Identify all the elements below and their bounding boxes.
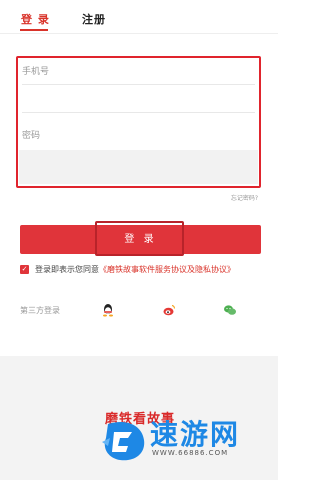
watermark-title: 速游网 xyxy=(150,418,241,451)
agreement-text: 登录即表示您同意《磨铁故事软件服务协议及隐私协议》 xyxy=(35,264,235,275)
third-party-label: 第三方登录 xyxy=(20,306,60,315)
field-divider xyxy=(22,84,255,85)
divider xyxy=(0,33,278,34)
forgot-password-link[interactable]: 忘记密码? xyxy=(231,193,258,202)
login-form: 手机号 密码 xyxy=(16,56,261,188)
login-button[interactable]: 登 录 xyxy=(20,221,261,256)
field-divider xyxy=(22,112,255,113)
agreement-link[interactable]: 《磨铁故事软件服务协议及隐私协议》 xyxy=(99,265,235,274)
login-button-label: 登 录 xyxy=(124,234,157,245)
watermark-logo-icon xyxy=(98,416,148,466)
active-tab-indicator xyxy=(20,29,48,31)
watermark-url: WWW.66886.COM xyxy=(152,449,229,457)
tab-login[interactable]: 登 录 xyxy=(21,11,50,27)
tab-bar: 登 录 注册 xyxy=(0,0,278,34)
agreement-row: ✓ 登录即表示您同意《磨铁故事软件服务协议及隐私协议》 xyxy=(20,264,270,278)
weibo-icon[interactable] xyxy=(162,302,176,316)
password-input[interactable]: 密码 xyxy=(22,128,40,141)
tab-register[interactable]: 注册 xyxy=(82,11,106,27)
password-field-area[interactable] xyxy=(19,150,258,184)
wechat-icon[interactable] xyxy=(223,302,237,316)
agreement-prefix: 登录即表示您同意 xyxy=(35,265,99,274)
agreement-checkbox[interactable]: ✓ xyxy=(20,265,29,274)
phone-input[interactable]: 手机号 xyxy=(22,64,49,77)
qq-icon[interactable] xyxy=(101,302,115,317)
